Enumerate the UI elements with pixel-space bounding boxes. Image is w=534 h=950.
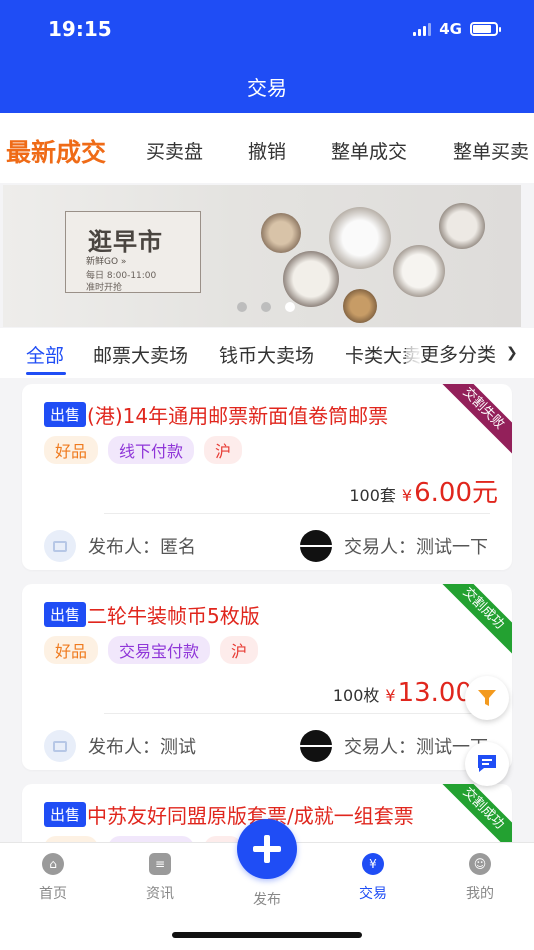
listing-title: 二轮牛装帧币5枚版: [87, 604, 260, 628]
network-type: 4G: [439, 20, 462, 38]
home-indicator: [172, 932, 362, 938]
price-value: 6.00元: [414, 478, 498, 508]
banner-subtitle: 新鲜GO »: [86, 257, 127, 267]
payment-chip: 线下付款: [108, 436, 195, 464]
publisher-label: 发布人：匿名: [88, 537, 196, 558]
divider: [104, 713, 490, 714]
yuan-icon: ¥: [362, 853, 384, 875]
listing-title: (港)14年通用邮票新面值卷筒邮票: [87, 404, 389, 428]
battery-icon: [470, 22, 501, 36]
divider: [104, 513, 490, 514]
listing-title-row: 出售 二轮牛装帧币5枚版: [44, 600, 452, 629]
home-icon: ⌂: [42, 853, 64, 875]
category-active-indicator: [26, 372, 66, 375]
pagination-dot[interactable]: [261, 302, 271, 312]
pagination-dot[interactable]: [237, 302, 247, 312]
listing-quantity: 100套: [349, 486, 396, 505]
category-tab-stamps[interactable]: 邮票大卖场: [93, 341, 188, 368]
nav-news[interactable]: ≡ 资讯: [120, 853, 200, 903]
publish-button[interactable]: [237, 819, 297, 879]
price-row: 100套 ¥6.00元: [349, 472, 498, 509]
nav-home[interactable]: ⌂ 首页: [13, 853, 93, 903]
nav-trade[interactable]: ¥ 交易: [333, 853, 413, 903]
nav-mine[interactable]: ☺ 我的: [440, 853, 520, 903]
trader-info: 交易人：测试一下: [300, 730, 488, 762]
category-tabs: 全部 邮票大卖场 钱币大卖场 卡类大卖场 更多分类 ❯: [0, 328, 534, 378]
profile-icon: ☺: [469, 853, 491, 875]
news-icon: ≡: [149, 853, 171, 875]
banner-start-line: 准时开抢: [86, 283, 123, 293]
listing-title-row: 出售 (港)14年通用邮票新面值卷筒邮票: [44, 400, 452, 429]
bowl-image: [439, 203, 485, 249]
more-categories-button[interactable]: 更多分类 ❯: [406, 328, 534, 378]
bowl-image: [283, 251, 339, 307]
app-header: 19:15 4G 交易: [0, 0, 534, 113]
banner-pagination: [237, 302, 295, 312]
trader-label: 交易人：测试一下: [344, 537, 488, 558]
publisher-info: 发布人：测试: [44, 730, 196, 762]
page-title: 交易: [247, 76, 287, 100]
signal-icon: [413, 22, 432, 36]
listing-chips: 好品 线下付款 沪: [44, 436, 243, 464]
condition-chip: 好品: [44, 636, 99, 664]
tab-latest-deals[interactable]: 最新成交: [0, 133, 107, 173]
listing-chips: 好品 交易宝付款 沪: [44, 636, 259, 664]
tab-order-book[interactable]: 买卖盘: [146, 137, 203, 164]
sell-tag: 出售: [44, 402, 87, 427]
payment-chip: 交易宝付款: [108, 636, 211, 664]
currency-symbol: ¥: [385, 686, 396, 705]
promo-banner[interactable]: 逛早市 新鲜GO » 每日 8:00-11:00 准时开抢: [3, 185, 521, 327]
tab-whole-order-trade[interactable]: 整单买卖: [453, 137, 529, 164]
nav-mine-label: 我的: [466, 886, 494, 902]
trade-tabs: 最新成交 买卖盘 撤销 整单成交 整单买卖: [0, 113, 534, 183]
nav-publish-label: 发布: [253, 892, 281, 908]
status-indicators: 4G: [413, 20, 501, 38]
chat-icon: [478, 755, 496, 772]
nav-news-label: 资讯: [146, 886, 174, 902]
filter-button[interactable]: [465, 676, 509, 720]
filter-icon: [478, 690, 496, 706]
listing-price: ¥6.00元: [402, 472, 498, 509]
more-categories-label: 更多分类: [420, 343, 497, 366]
banner-hours: 每日 8:00-11:00 准时开抢: [86, 270, 156, 294]
pagination-dot-active[interactable]: [285, 302, 295, 312]
banner-hours-line: 每日 8:00-11:00: [86, 271, 157, 281]
trader-avatar: [300, 730, 332, 762]
tab-cancel[interactable]: 撤销: [248, 137, 286, 164]
listing-card[interactable]: 交割失败 出售 (港)14年通用邮票新面值卷筒邮票 好品 线下付款 沪 100套…: [22, 384, 512, 570]
chevron-down-icon: ❯: [506, 345, 518, 361]
condition-chip: 好品: [44, 436, 99, 464]
currency-symbol: ¥: [401, 486, 413, 505]
nav-home-label: 首页: [39, 886, 67, 902]
publisher-avatar-icon: [44, 730, 76, 762]
bowl-image: [393, 245, 445, 297]
message-button[interactable]: [465, 742, 509, 786]
category-tab-all[interactable]: 全部: [26, 341, 64, 368]
tab-whole-order-deals[interactable]: 整单成交: [331, 137, 407, 164]
bowl-image: [343, 289, 377, 323]
sell-tag: 出售: [44, 802, 87, 827]
listing-card[interactable]: 交割成功 出售 二轮牛装帧币5枚版 好品 交易宝付款 沪 100枚 ¥13.00…: [22, 584, 512, 770]
banner-title: 逛早市: [88, 227, 163, 256]
banner-poster: 逛早市 新鲜GO » 每日 8:00-11:00 准时开抢: [65, 211, 201, 293]
listing-quantity: 100枚: [332, 686, 380, 705]
nav-trade-label: 交易: [359, 886, 387, 902]
trader-avatar: [300, 530, 332, 562]
bowl-image: [261, 213, 301, 253]
location-chip: 沪: [204, 436, 243, 464]
status-time: 19:15: [48, 17, 112, 41]
publisher-label: 发布人：测试: [88, 737, 196, 758]
trader-info: 交易人：测试一下: [300, 530, 488, 562]
location-chip: 沪: [220, 636, 259, 664]
bowl-image: [329, 207, 391, 269]
sell-tag: 出售: [44, 602, 87, 627]
status-bar: 19:15 4G: [0, 0, 534, 60]
publisher-info: 发布人：匿名: [44, 530, 196, 562]
publisher-avatar-icon: [44, 530, 76, 562]
category-tab-coins[interactable]: 钱币大卖场: [219, 341, 314, 368]
